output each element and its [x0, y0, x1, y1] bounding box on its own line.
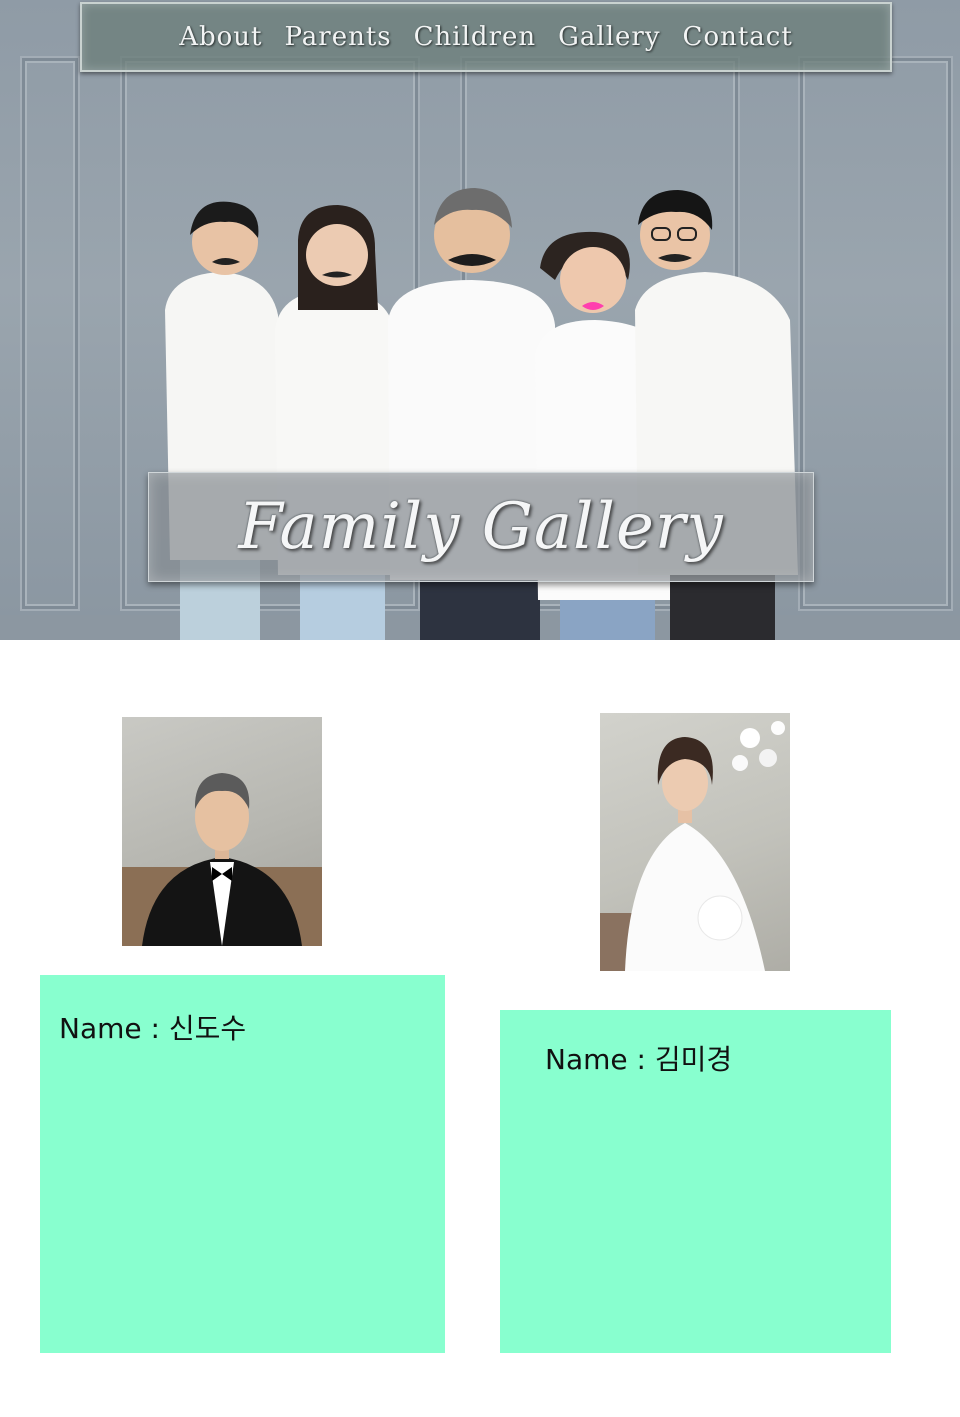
father-photo	[122, 717, 322, 946]
nav-link-gallery[interactable]: Gallery	[558, 22, 660, 52]
hero-title-box: Family Gallery	[148, 472, 814, 582]
father-info-card: Name : 신도수	[40, 975, 445, 1353]
mother-photo	[600, 713, 790, 971]
father-portrait	[122, 773, 322, 946]
mother-info-card: Name : 김미경	[500, 1010, 891, 1353]
nav-link-children[interactable]: Children	[414, 22, 536, 52]
mother-portrait	[600, 721, 785, 971]
main-nav: About Parents Children Gallery Contact	[80, 2, 892, 72]
nav-link-parents[interactable]: Parents	[284, 22, 391, 52]
wall-molding	[22, 58, 78, 609]
nav-link-about[interactable]: About	[179, 22, 262, 52]
hero-banner: About Parents Children Gallery Contact F…	[0, 0, 960, 640]
wall-molding	[800, 58, 951, 609]
hero-title: Family Gallery	[238, 490, 724, 564]
nav-link-contact[interactable]: Contact	[683, 22, 793, 52]
mother-name: Name : 김미경	[545, 1043, 733, 1076]
father-name: Name : 신도수	[59, 1012, 247, 1045]
